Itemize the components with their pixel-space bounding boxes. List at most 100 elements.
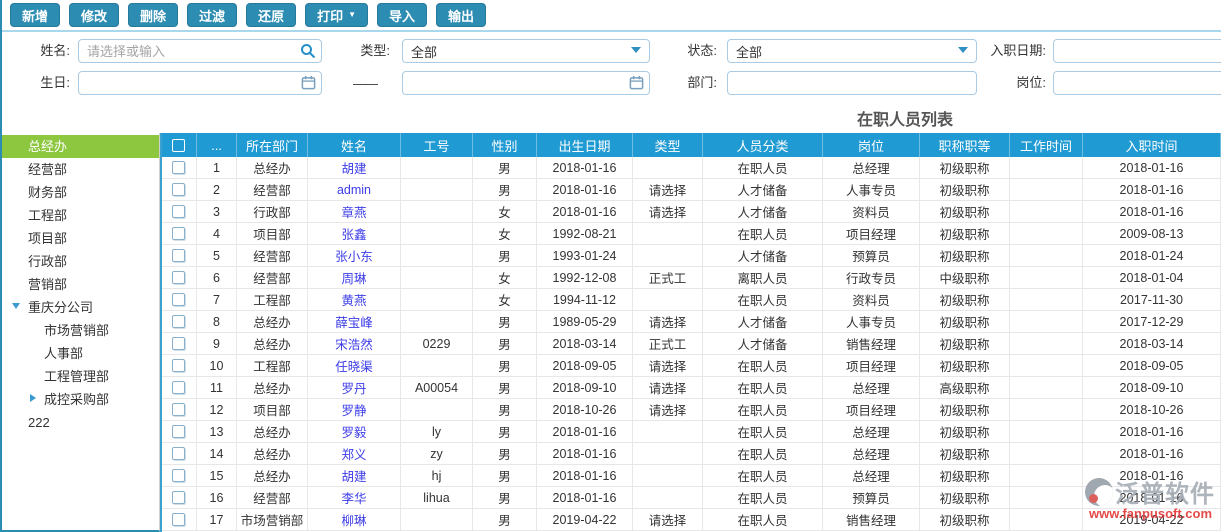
sidebar-item[interactable]: 工程管理部 xyxy=(0,365,159,388)
cell-index: 12 xyxy=(197,399,237,420)
toolbar-button-filter[interactable]: 过滤 xyxy=(187,3,238,27)
toolbar-button-import[interactable]: 导入 xyxy=(377,3,428,27)
row-checkbox[interactable] xyxy=(171,381,185,394)
employee-name-link[interactable]: 罗静 xyxy=(341,400,366,419)
sidebar-item[interactable]: 经营部 xyxy=(0,158,159,181)
cell-post: 项目经理 xyxy=(823,399,920,420)
toolbar-button-label: 过滤 xyxy=(199,8,226,24)
table-row[interactable]: 13 总经办 罗毅 ly 男 2018-01-16 在职人员 总经理 初级职称 2018-01-1… xyxy=(160,421,1221,443)
row-checkbox[interactable] xyxy=(171,205,185,218)
calendar-icon[interactable] xyxy=(629,75,645,91)
sidebar-item[interactable]: 市场营销部 xyxy=(0,319,159,342)
table-row[interactable]: 17 市场营销部 柳琳男 2019-04-22 请选择 在职人员 销售经理 初级职称 2019-… xyxy=(160,509,1221,531)
employee-name-link[interactable]: 任晓渠 xyxy=(335,356,373,375)
employee-name-link[interactable]: 张小东 xyxy=(335,246,373,265)
sidebar-item[interactable]: 营销部 xyxy=(0,273,159,296)
employee-name-link[interactable]: 柳琳 xyxy=(341,510,366,529)
cell-emp-no xyxy=(401,289,473,310)
table-row[interactable]: 8 总经办 薛宝峰 男 1989-05-29 请选择 人才储备 人事专员 初级职称 2017-12… xyxy=(160,311,1221,333)
row-checkbox[interactable] xyxy=(171,513,185,526)
employee-name-link[interactable]: 周琳 xyxy=(341,268,366,287)
table-row[interactable]: 3 行政部 章燕女 2018-01-16 请选择 人才储备 资料员 初级职称 2018-01-1… xyxy=(160,201,1221,223)
name-filter-input[interactable] xyxy=(78,39,322,63)
table-row[interactable]: 15 总经办 胡建 hj 男 2018-01-16 在职人员 总经理 初级职称 2018-01-1… xyxy=(160,465,1221,487)
toolbar-button-edit[interactable]: 修改 xyxy=(69,3,120,27)
table-row[interactable]: 4 项目部 张鑫 女 1992-08-21 在职人员 项目经理 初级职称 2009-08-13 xyxy=(160,223,1221,245)
row-checkbox[interactable] xyxy=(171,183,185,196)
sidebar-item[interactable]: 人事部 xyxy=(0,342,159,365)
row-checkbox[interactable] xyxy=(171,293,185,306)
row-checkbox[interactable] xyxy=(171,227,185,240)
employee-name-link[interactable]: 胡建 xyxy=(341,158,366,177)
sidebar-item[interactable]: 行政部 xyxy=(0,250,159,273)
cell-department: 总经办 xyxy=(237,377,308,398)
sidebar-item[interactable]: 工程部 xyxy=(0,204,159,227)
row-checkbox[interactable] xyxy=(171,337,185,350)
row-checkbox xyxy=(160,267,197,288)
employee-name-link[interactable]: 张鑫 xyxy=(341,224,366,243)
row-checkbox[interactable] xyxy=(171,403,185,416)
table-row[interactable]: 1 总经办 胡建男 2018-01-16 在职人员 总经理 初级职称 2018-01-16 xyxy=(160,157,1221,179)
employee-name-link[interactable]: 薛宝峰 xyxy=(335,312,373,331)
row-checkbox[interactable] xyxy=(171,161,185,174)
toolbar-button-add[interactable]: 新增 xyxy=(10,3,61,27)
row-checkbox[interactable] xyxy=(171,315,185,328)
table-row[interactable]: 2 经营部 admin 男 2018-01-16 请选择 人才储备 人事专员 初级职称 2018-… xyxy=(160,179,1221,201)
sidebar-item[interactable]: 重庆分公司 xyxy=(0,296,159,319)
cell-type: 正式工 xyxy=(633,333,703,354)
toolbar-button-print[interactable]: 打印 ▼ xyxy=(305,3,369,27)
table-row[interactable]: 7 工程部 黄燕 女 1994-11-12 在职人员 资料员 初级职称 2017-11-30 xyxy=(160,289,1221,311)
row-checkbox[interactable] xyxy=(171,271,185,284)
cell-gender: 男 xyxy=(473,311,537,332)
department-input[interactable] xyxy=(727,71,977,95)
post-input[interactable] xyxy=(1053,71,1221,95)
table-row[interactable]: 12 项目部 罗静男 2018-10-26 请选择 在职人员 项目经理 初级职称 2018-10… xyxy=(160,399,1221,421)
sidebar-item[interactable]: 成控采购部 xyxy=(0,388,159,411)
cell-work-time xyxy=(1010,245,1083,266)
employee-name-link[interactable]: 郑义 xyxy=(341,444,366,463)
employee-name-link[interactable]: 胡建 xyxy=(341,466,366,485)
table-row[interactable]: 14 总经办 郑义 zy 男 2018-01-16 在职人员 总经理 初级职称 2018-01-1… xyxy=(160,443,1221,465)
row-checkbox[interactable] xyxy=(171,447,185,460)
calendar-icon[interactable] xyxy=(301,75,317,91)
hire-date-input[interactable] xyxy=(1053,39,1221,63)
sidebar-item[interactable]: 项目部 xyxy=(0,227,159,250)
row-checkbox[interactable] xyxy=(171,425,185,438)
employee-name-link[interactable]: 罗毅 xyxy=(341,422,366,441)
cell-emp-no: zy xyxy=(401,443,473,464)
table-row[interactable]: 16 经营部 李华 lihua 男 2018-01-16 在职人员 预算员 初级职称 2018-0… xyxy=(160,487,1221,509)
grid-header-cell: 职称职等 xyxy=(920,133,1010,157)
select-all-checkbox[interactable] xyxy=(171,138,185,152)
status-select[interactable]: 全部 xyxy=(727,39,977,63)
table-row[interactable]: 10 工程部 任晓渠男 2018-09-05 请选择 在职人员 项目经理 初级职称 2018-0… xyxy=(160,355,1221,377)
table-row[interactable]: 11 总经办 罗丹 A00054 男 2018-09-10 请选择 在职人员 总经理 高级职称 20… xyxy=(160,377,1221,399)
row-checkbox[interactable] xyxy=(171,359,185,372)
tree-collapse-icon[interactable] xyxy=(12,303,20,309)
table-row[interactable]: 6 经营部 周琳 女 1992-12-08 正式工 离职人员 行政专员 中级职称 2018-01-… xyxy=(160,267,1221,289)
toolbar-button-restore[interactable]: 还原 xyxy=(246,3,297,27)
employee-name-link[interactable]: admin xyxy=(337,183,371,197)
employee-name-link[interactable]: 章燕 xyxy=(341,202,366,221)
cell-department: 总经办 xyxy=(237,311,308,332)
type-select[interactable]: 全部 xyxy=(402,39,650,63)
row-checkbox[interactable] xyxy=(171,469,185,482)
row-checkbox[interactable] xyxy=(171,491,185,504)
cell-gender: 男 xyxy=(473,245,537,266)
toolbar-button-delete[interactable]: 删除 xyxy=(128,3,179,27)
search-icon[interactable] xyxy=(300,43,316,59)
sidebar-item[interactable]: 总经办 xyxy=(0,135,159,158)
employee-name-link[interactable]: 罗丹 xyxy=(341,378,366,397)
employee-name-link[interactable]: 李华 xyxy=(341,488,366,507)
toolbar-button-export[interactable]: 输出 xyxy=(436,3,487,27)
birthday-from-input[interactable] xyxy=(78,71,322,95)
table-row[interactable]: 5 经营部 张小东 男 1993-01-24 人才储备 预算员 初级职称 2018-01-24 xyxy=(160,245,1221,267)
sidebar-item[interactable]: 222 xyxy=(0,411,159,434)
table-row[interactable]: 9 总经办 宋浩然 0229 男 2018-03-14 正式工 人才储备 销售经理 初级职称 201… xyxy=(160,333,1221,355)
tree-expand-icon[interactable] xyxy=(30,394,36,402)
sidebar-item[interactable]: 财务部 xyxy=(0,181,159,204)
row-checkbox[interactable] xyxy=(171,249,185,262)
employee-name-link[interactable]: 黄燕 xyxy=(341,290,366,309)
employee-name-link[interactable]: 宋浩然 xyxy=(335,334,373,353)
cell-post: 总经理 xyxy=(823,465,920,486)
birthday-to-input[interactable] xyxy=(402,71,650,95)
